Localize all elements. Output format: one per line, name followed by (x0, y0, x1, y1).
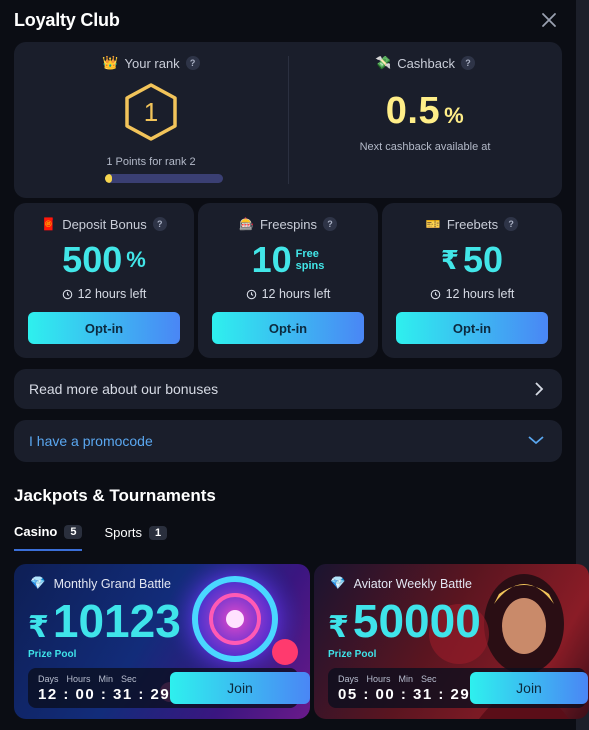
tournament-card-aviator[interactable]: 💎 Aviator Weekly Battle ₹50000 Prize Poo… (314, 564, 589, 719)
jackpots-title: Jackpots & Tournaments (14, 486, 216, 505)
countdown-time: 05 : 00 : 31 : 29 (338, 686, 471, 703)
deposit-bonus-optin-button[interactable]: Opt-in (28, 312, 180, 344)
read-more-bonuses-link[interactable]: Read more about our bonuses (14, 369, 562, 409)
tab-sports[interactable]: Sports 1 (104, 524, 168, 551)
join-button[interactable]: Join (470, 672, 588, 704)
freespins-value: 10 Free spins (251, 239, 325, 280)
header: Loyalty Club (14, 10, 562, 34)
freebets-optin-button[interactable]: Opt-in (396, 312, 548, 344)
deposit-bonus-label: Deposit Bonus (62, 216, 147, 232)
page-title: Loyalty Club (14, 10, 120, 30)
cashback-subtitle: Next cashback available at (359, 141, 491, 153)
rank-subtitle: 1 Points for rank 2 (106, 156, 196, 168)
deposit-bonus-help-icon[interactable]: ? (152, 217, 167, 231)
tab-sports-count: 1 (149, 525, 168, 540)
crown-icon: 👑 (102, 55, 119, 70)
clock-icon (430, 289, 440, 299)
freebets-timer: 12 hours left (382, 287, 562, 301)
deposit-bonus-timer: 12 hours left (14, 287, 194, 301)
rank-cashback-panel: 👑 Your rank ? 1 1 Points for rank 2 💸 Ca… (14, 42, 562, 198)
freespins-card: 🎰 Freespins ? 10 Free spins 12 hours left… (198, 203, 378, 358)
jackpot-tabs: Casino 5 Sports 1 (14, 524, 168, 551)
rank-progress-bar (105, 174, 223, 183)
close-icon[interactable] (540, 11, 558, 29)
freebets-card: 🎫 Freebets ? ₹50 12 hours left Opt-in (382, 203, 562, 358)
countdown-time: 12 : 00 : 31 : 29 (38, 686, 171, 703)
promocode-toggle[interactable]: I have a promocode (14, 420, 562, 462)
gift-icon: 🧧 (41, 217, 57, 231)
tab-casino[interactable]: Casino 5 (14, 524, 83, 551)
prize-pool-label: Prize Pool (28, 649, 77, 660)
cash-icon: 💸 (375, 55, 392, 70)
cashback-label: Cashback (397, 55, 455, 71)
countdown: Days Hours Min Sec 12 : 00 : 31 : 29 Joi… (28, 668, 310, 708)
read-more-label: Read more about our bonuses (29, 381, 219, 397)
tournament-amount: ₹50000 (328, 595, 481, 647)
prize-pool-label: Prize Pool (328, 649, 377, 660)
freespins-timer: 12 hours left (198, 287, 378, 301)
chevron-down-icon (528, 436, 544, 445)
freespins-icon: 🎰 (238, 217, 254, 231)
diamond-icon: 💎 (330, 576, 346, 590)
diamond-icon: 💎 (30, 576, 46, 590)
countdown: Days Hours Min Sec 05 : 00 : 31 : 29 Joi… (328, 668, 588, 708)
deposit-bonus-card: 🧧 Deposit Bonus ? 500% 12 hours left Opt… (14, 203, 194, 358)
tournament-name: 💎 Aviator Weekly Battle (330, 576, 472, 591)
cashback-section: 💸 Cashback ? 0.5% Next cashback availabl… (288, 42, 562, 198)
freebets-help-icon[interactable]: ? (504, 217, 519, 231)
tab-casino-count: 5 (64, 524, 83, 539)
freespins-help-icon[interactable]: ? (323, 217, 338, 231)
promocode-label: I have a promocode (29, 433, 153, 449)
clock-icon (62, 289, 72, 299)
cashback-help-icon[interactable]: ? (461, 56, 475, 70)
chevron-right-icon (535, 382, 544, 396)
freespins-label: Freespins (259, 216, 318, 232)
rank-value: 1 (143, 96, 159, 127)
deposit-bonus-value: 500% (62, 239, 146, 280)
tournament-card-monthly[interactable]: 💎 Monthly Grand Battle ₹10123 Prize Pool… (14, 564, 310, 719)
rank-hexagon: 1 (123, 82, 179, 142)
rank-progress-fill (105, 174, 113, 183)
join-button[interactable]: Join (170, 672, 310, 704)
rank-label: Your rank (124, 55, 180, 71)
cashback-value: 0.5% (385, 90, 465, 132)
freebets-label: Freebets (446, 216, 499, 232)
freespins-optin-button[interactable]: Opt-in (212, 312, 364, 344)
tournament-name: 💎 Monthly Grand Battle (30, 576, 171, 591)
rank-help-icon[interactable]: ? (185, 56, 200, 70)
tournament-amount: ₹10123 (28, 595, 181, 647)
ticket-icon: 🎫 (425, 217, 441, 231)
clock-icon (246, 289, 256, 299)
freebets-value: ₹50 (440, 239, 504, 280)
